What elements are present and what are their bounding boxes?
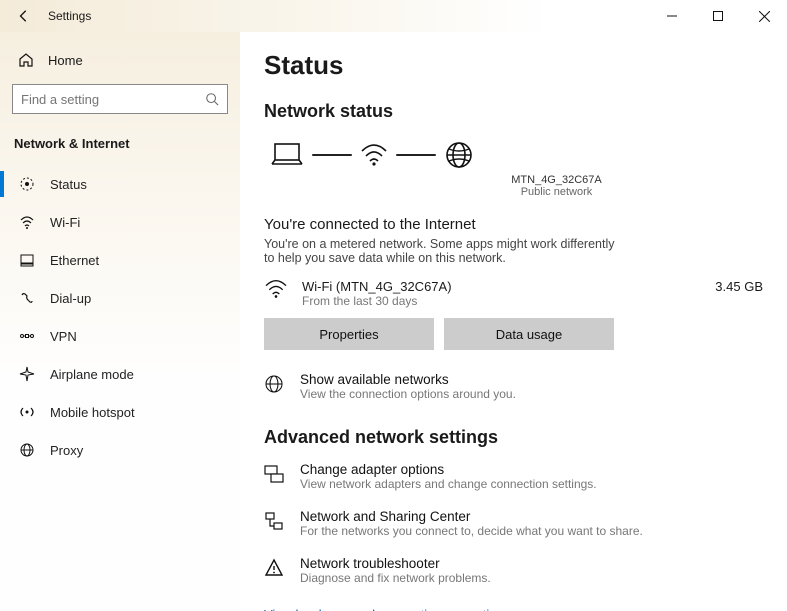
status-icon [18, 176, 36, 192]
network-diagram [264, 140, 763, 170]
wifi-icon [18, 214, 36, 230]
data-usage-value: 3.45 GB [703, 279, 763, 294]
data-usage-button[interactable]: Data usage [444, 318, 614, 350]
connected-heading: You're connected to the Internet [264, 216, 763, 233]
sidebar-item-hotspot[interactable]: Mobile hotspot [12, 393, 228, 431]
connection-row: Wi-Fi (MTN_4G_32C67A) From the last 30 d… [264, 279, 763, 308]
page-title: Status [264, 50, 763, 81]
ethernet-icon [18, 252, 36, 268]
hardware-properties-link[interactable]: View hardware and connection properties [264, 607, 503, 611]
maximize-button[interactable] [695, 0, 741, 32]
title-bar: Settings [0, 0, 787, 32]
globe-icon [264, 372, 286, 394]
search-input[interactable] [21, 92, 205, 107]
category-heading: Network & Internet [12, 132, 228, 165]
section-title: Network status [264, 101, 763, 122]
search-box[interactable] [12, 84, 228, 114]
option-title: Show available networks [300, 372, 516, 387]
adapter-icon [264, 462, 286, 484]
nav-label: Dial-up [50, 291, 91, 306]
network-sharing-center[interactable]: Network and Sharing Center For the netwo… [264, 509, 763, 538]
option-sub: View the connection options around you. [300, 387, 516, 401]
airplane-icon [18, 366, 36, 382]
home-button[interactable]: Home [12, 46, 228, 74]
sidebar-item-wifi[interactable]: Wi-Fi [12, 203, 228, 241]
proxy-icon [18, 442, 36, 458]
sidebar-item-airplane[interactable]: Airplane mode [12, 355, 228, 393]
vpn-icon [18, 328, 36, 344]
option-title: Change adapter options [300, 462, 597, 477]
network-troubleshooter[interactable]: Network troubleshooter Diagnose and fix … [264, 556, 763, 585]
change-adapter-options[interactable]: Change adapter options View network adap… [264, 462, 763, 491]
back-button[interactable] [12, 4, 36, 28]
nav-label: Wi-Fi [50, 215, 80, 230]
nav-label: Airplane mode [50, 367, 134, 382]
properties-button[interactable]: Properties [264, 318, 434, 350]
nav-label: Proxy [50, 443, 83, 458]
globe-icon [444, 140, 474, 170]
option-title: Network troubleshooter [300, 556, 491, 571]
option-sub: For the networks you connect to, decide … [300, 524, 643, 538]
home-label: Home [48, 53, 83, 68]
option-sub: View network adapters and change connect… [300, 477, 597, 491]
warning-icon [264, 556, 286, 578]
network-type-label: Public network [350, 186, 763, 198]
minimize-button[interactable] [649, 0, 695, 32]
nav-label: Ethernet [50, 253, 99, 268]
show-available-networks[interactable]: Show available networks View the connect… [264, 372, 763, 401]
nav-label: Status [50, 177, 87, 192]
search-icon [205, 92, 219, 106]
hotspot-icon [18, 404, 36, 420]
sidebar: Home Network & Internet Status Wi-Fi E [0, 32, 240, 611]
sidebar-item-proxy[interactable]: Proxy [12, 431, 228, 469]
main-content: Status Network status MTN_4G_32C67A Publ… [240, 32, 787, 611]
sidebar-item-dialup[interactable]: Dial-up [12, 279, 228, 317]
window-title: Settings [48, 9, 91, 23]
network-label: MTN_4G_32C67A Public network [350, 174, 763, 198]
laptop-icon [270, 142, 304, 168]
sharing-icon [264, 509, 286, 531]
close-button[interactable] [741, 0, 787, 32]
connected-description: You're on a metered network. Some apps m… [264, 237, 624, 265]
window-controls [649, 0, 787, 32]
sidebar-item-ethernet[interactable]: Ethernet [12, 241, 228, 279]
advanced-heading: Advanced network settings [264, 427, 763, 448]
wifi-icon [264, 279, 288, 299]
sidebar-item-status[interactable]: Status [12, 165, 228, 203]
sidebar-item-vpn[interactable]: VPN [12, 317, 228, 355]
nav-label: Mobile hotspot [50, 405, 135, 420]
home-icon [18, 52, 34, 68]
option-sub: Diagnose and fix network problems. [300, 571, 491, 585]
dialup-icon [18, 290, 36, 306]
wifi-icon [360, 143, 388, 167]
option-title: Network and Sharing Center [300, 509, 643, 524]
connection-name: Wi-Fi (MTN_4G_32C67A) [302, 279, 689, 294]
connection-period: From the last 30 days [302, 294, 689, 308]
nav-label: VPN [50, 329, 77, 344]
ssid-label: MTN_4G_32C67A [350, 174, 763, 186]
